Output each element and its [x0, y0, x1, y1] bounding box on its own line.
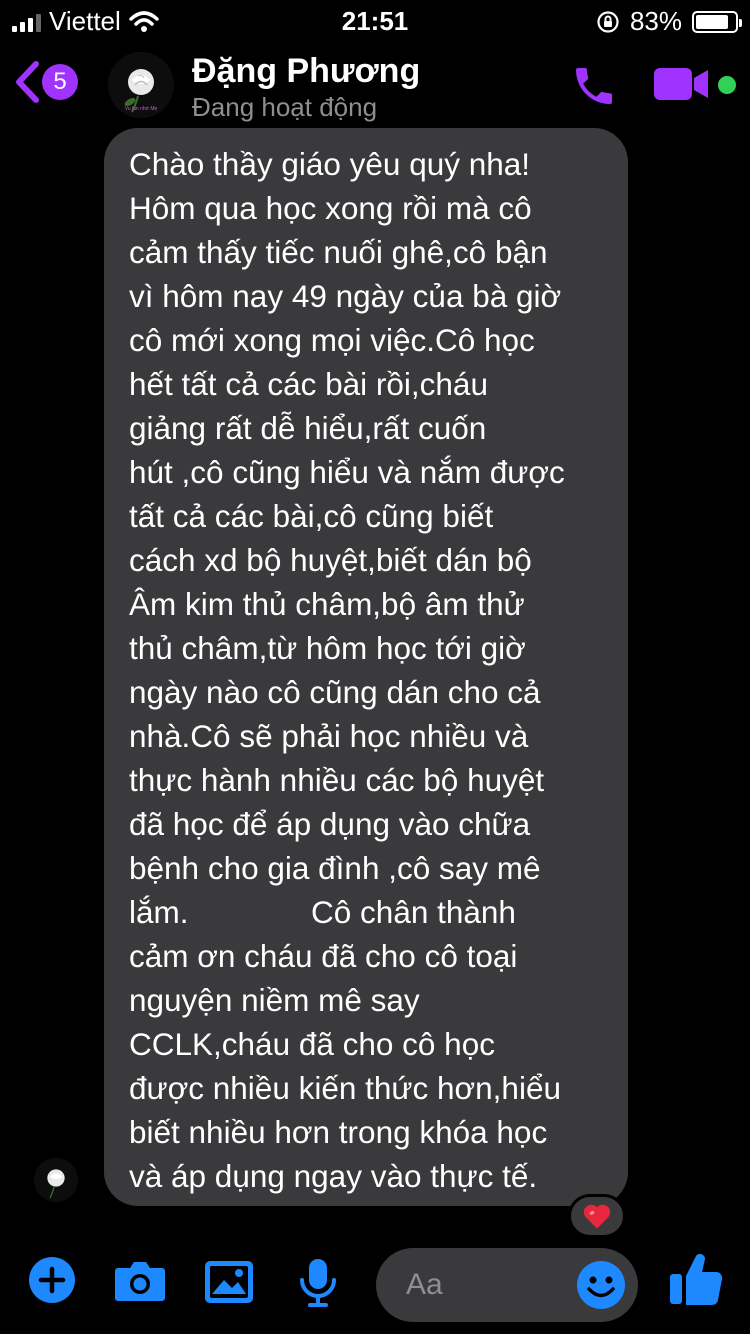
contact-status: Đang hoạt động [192, 92, 378, 122]
gallery-button[interactable] [204, 1260, 254, 1309]
image-icon [205, 1261, 253, 1303]
plus-icon [29, 1257, 75, 1303]
call-button[interactable] [570, 62, 618, 115]
sender-avatar[interactable] [34, 1158, 78, 1202]
video-camera-icon [654, 68, 708, 100]
message-input[interactable]: Aa [376, 1248, 638, 1322]
status-bar: Viettel 21:51 83% [0, 0, 750, 40]
video-call-button[interactable] [654, 66, 714, 107]
battery-percent: 83% [629, 6, 682, 36]
avatar[interactable]: Vu lan nhớ Mẹ [108, 52, 174, 118]
composer-bar: Aa [0, 1240, 750, 1334]
back-button[interactable]: 5 [14, 60, 78, 104]
heart-icon [583, 1204, 611, 1229]
orientation-lock-icon [597, 10, 619, 33]
message-text: Chào thầy giáo yêu quý nha! Hôm qua học … [129, 146, 565, 1194]
message-bubble[interactable]: Chào thầy giáo yêu quý nha! Hôm qua học … [104, 128, 628, 1206]
camera-button[interactable] [114, 1258, 166, 1307]
input-placeholder: Aa [406, 1268, 443, 1301]
unread-badge: 5 [42, 64, 78, 100]
battery-level [696, 14, 728, 29]
microphone-icon [300, 1259, 336, 1307]
camera-icon [115, 1262, 165, 1301]
like-button[interactable] [668, 1250, 724, 1313]
more-actions-button[interactable] [28, 1256, 76, 1309]
thumbs-up-icon [670, 1254, 723, 1306]
battery-icon [692, 10, 742, 33]
phone-icon [576, 68, 612, 104]
reaction-badge[interactable] [568, 1194, 626, 1238]
status-right: 83% [596, 6, 742, 37]
back-chevron-icon [16, 61, 39, 103]
contact-name[interactable]: Đặng Phương [192, 52, 420, 91]
online-indicator [718, 76, 736, 94]
emoji-icon [577, 1261, 625, 1309]
avatar-caption: Vu lan nhớ Mẹ [125, 106, 158, 112]
chat-header: 5 Vu lan nhớ Mẹ Đặng Phương Đang hoạt độ… [0, 44, 750, 130]
emoji-button[interactable] [576, 1260, 626, 1315]
voice-button[interactable] [298, 1258, 338, 1313]
rose-icon: Vu lan nhớ Mẹ [108, 52, 174, 118]
rose-icon [34, 1158, 78, 1202]
